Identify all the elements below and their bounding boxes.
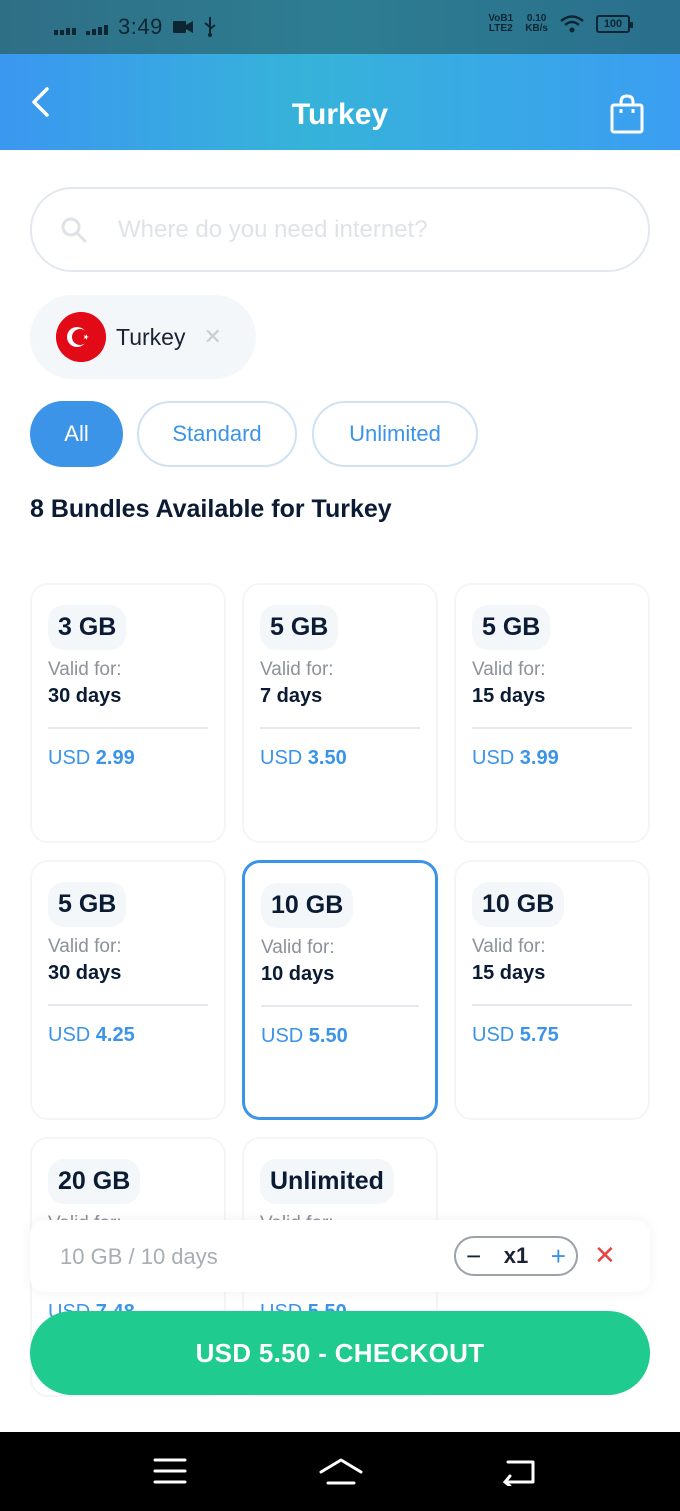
bundle-data: 20 GB <box>48 1159 141 1204</box>
app-header: Turkey <box>0 54 680 150</box>
signal-1-icon <box>54 19 76 35</box>
selection-summary: 10 GB / 10 days <box>60 1244 218 1269</box>
valid-label: Valid for: <box>260 659 334 680</box>
filter-all[interactable]: All <box>30 401 123 467</box>
bundle-price: USD 3.99 <box>472 747 559 769</box>
country-chip[interactable]: Turkey ✕ <box>30 295 256 379</box>
divider <box>48 1004 208 1006</box>
bundle-price: USD 3.50 <box>260 747 347 769</box>
bundle-days: 15 days <box>472 962 546 984</box>
valid-label: Valid for: <box>48 659 122 680</box>
bundle-price: USD 4.25 <box>48 1024 135 1046</box>
decrease-button[interactable]: − <box>466 1243 481 1269</box>
status-bar: 3:49 VoB1 LTE2 0.10 KB/s 100 <box>0 0 680 54</box>
return-icon <box>502 1460 535 1488</box>
divider <box>261 1005 419 1007</box>
network-speed: 0.10 KB/s <box>525 13 548 34</box>
page-title: Turkey <box>291 98 389 131</box>
turkey-flag-icon <box>56 312 106 362</box>
home-button[interactable] <box>318 1456 364 1488</box>
system-nav-bar <box>0 1432 680 1511</box>
valid-label: Valid for: <box>472 659 546 680</box>
bundle-days: 30 days <box>48 962 122 984</box>
bundles-heading: 8 Bundles Available for Turkey <box>30 495 392 523</box>
bundle-data: 10 GB <box>472 882 565 927</box>
search-icon <box>61 217 87 242</box>
search-input[interactable] <box>118 215 598 244</box>
battery-icon: 100 <box>596 15 633 33</box>
home-icon <box>319 1458 363 1485</box>
quantity-value: x1 <box>503 1243 529 1268</box>
divider <box>48 727 208 729</box>
valid-label: Valid for: <box>472 936 546 957</box>
bundle-card[interactable]: 5 GB Valid for: 7 days USD 3.50 <box>242 583 438 843</box>
back-nav-button[interactable] <box>500 1456 540 1488</box>
chip-remove-icon[interactable]: ✕ <box>203 324 221 350</box>
status-time: 3:49 <box>118 14 163 39</box>
filter-unlimited[interactable]: Unlimited <box>312 401 478 467</box>
bundle-card[interactable]: 3 GB Valid for: 30 days USD 2.99 <box>30 583 226 843</box>
cart-button[interactable] <box>610 94 646 134</box>
bundle-days: 15 days <box>472 685 546 707</box>
valid-label: Valid for: <box>48 936 122 957</box>
bundle-card[interactable]: 5 GB Valid for: 30 days USD 4.25 <box>30 860 226 1120</box>
increase-button[interactable]: + <box>551 1243 566 1269</box>
divider <box>260 727 420 729</box>
bundle-data: 5 GB <box>48 882 127 927</box>
bundle-price: USD 5.75 <box>472 1024 559 1046</box>
bundle-price: USD 5.50 <box>261 1025 348 1047</box>
signal-2-icon <box>86 19 108 35</box>
bundle-data: Unlimited <box>260 1159 394 1204</box>
bundle-card-selected[interactable]: 10 GB Valid for: 10 days USD 5.50 <box>242 860 438 1120</box>
selection-bar: 10 GB / 10 days − x1 + ✕ <box>30 1220 650 1292</box>
menu-icon <box>153 1458 187 1484</box>
quantity-stepper: − x1 + <box>454 1236 578 1276</box>
bundle-card[interactable]: 10 GB Valid for: 15 days USD 5.75 <box>454 860 650 1120</box>
bundle-data: 5 GB <box>260 605 339 650</box>
video-recording-icon <box>172 21 193 33</box>
status-right: VoB1 LTE2 0.10 KB/s 100 <box>488 13 633 34</box>
bundle-card[interactable]: 5 GB Valid for: 15 days USD 3.99 <box>454 583 650 843</box>
bundle-data: 3 GB <box>48 605 127 650</box>
remove-selection-button[interactable]: ✕ <box>594 1240 616 1271</box>
bundle-days: 7 days <box>260 685 323 707</box>
checkout-button[interactable]: USD 5.50 - CHECKOUT <box>30 1311 650 1395</box>
bundle-data: 10 GB <box>261 883 354 928</box>
shopping-bag-icon <box>610 94 644 134</box>
divider <box>472 727 632 729</box>
valid-label: Valid for: <box>261 937 335 958</box>
wifi-icon <box>560 15 584 33</box>
bundle-days: 30 days <box>48 685 122 707</box>
search-box[interactable] <box>30 187 650 272</box>
chip-label: Turkey <box>116 323 186 350</box>
bundle-price: USD 2.99 <box>48 747 135 769</box>
bundle-data: 5 GB <box>472 605 551 650</box>
bundle-days: 10 days <box>261 963 335 985</box>
filter-standard[interactable]: Standard <box>137 401 297 467</box>
network-type: VoB1 LTE2 <box>488 13 514 34</box>
menu-button[interactable] <box>152 1456 192 1488</box>
usb-icon <box>204 17 216 37</box>
status-left: 3:49 <box>54 14 217 40</box>
divider <box>472 1004 632 1006</box>
